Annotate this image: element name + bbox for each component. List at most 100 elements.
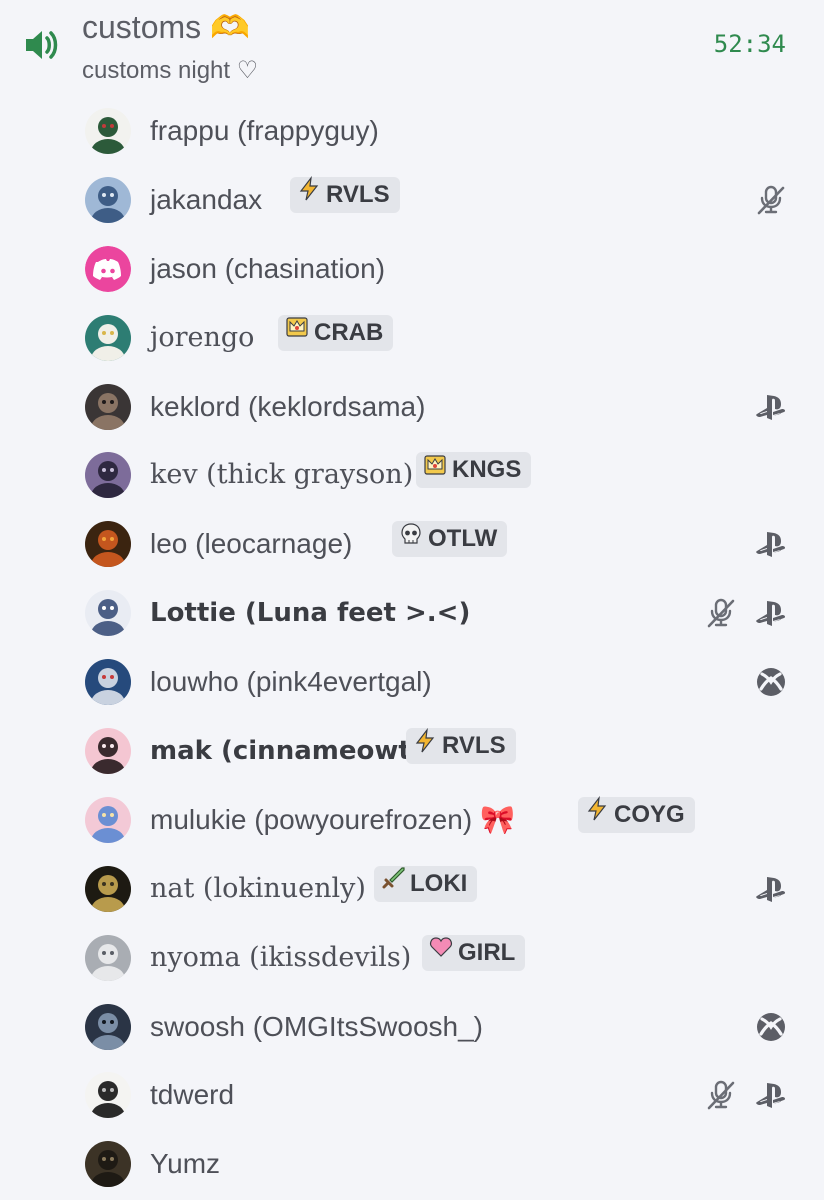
member-name[interactable]: nat (lokinuenly) [150,872,366,906]
playstation-icon [754,1078,788,1112]
avatar-discord-default-image [85,245,131,292]
member-avatar[interactable] [85,1072,131,1119]
member-avatar[interactable] [85,452,131,499]
sword-icon [380,865,406,902]
member-name[interactable]: jorengo [150,321,254,355]
member-avatar[interactable] [85,383,131,430]
member-name[interactable]: frappu (frappyguy) [150,114,379,148]
member-status-icons [754,527,788,561]
avatar-photo-image [85,383,131,430]
member-name-text: jason (chasination) [150,252,386,284]
member-name[interactable]: keklord (keklordsama) [150,390,425,424]
voice-channel-header[interactable]: customs 🫶 customs night ♡ 52:34 [0,0,824,96]
channel-name: customs 🫶 [82,9,250,45]
member-name[interactable]: Yumz [150,1147,220,1181]
server-tag-badge[interactable]: RVLS [290,176,400,213]
muted-mic-icon [704,596,738,630]
member-name-text: mulukie (powyourefrozen) [150,803,473,835]
member-name[interactable]: jakandax [150,183,262,217]
avatar-cartoon-image [85,108,131,154]
playstation-icon [754,596,788,630]
playstation-icon [754,527,788,561]
server-tag-badge[interactable]: LOKI [374,865,478,902]
member-name-text: Lottie (Luna feet >.<) [150,598,471,629]
member-avatar[interactable] [85,796,131,843]
voice-member-row[interactable]: mak (cinnameowth) RVLS [0,716,824,785]
member-name-text: Yumz [150,1148,221,1180]
voice-member-row[interactable]: louwho (pink4evertgal) [0,647,824,716]
member-name[interactable]: Lottie (Luna feet >.<) [150,596,470,630]
member-avatar[interactable] [85,659,131,706]
member-name-text: mak (cinnameowth) [150,736,442,767]
server-tag-badge[interactable]: COYG [578,796,695,833]
member-avatar[interactable] [85,1003,131,1050]
member-name[interactable]: nyoma (ikissdevils) [150,941,411,975]
member-name[interactable]: tdwerd [150,1078,234,1112]
member-avatar[interactable] [85,314,131,361]
member-name-text: frappu (frappyguy) [150,115,379,146]
member-name[interactable]: mulukie (powyourefrozen) 🎀 [150,803,515,837]
member-avatar[interactable] [85,176,131,223]
member-name[interactable]: louwho (pink4evertgal) [150,665,432,699]
member-name-text: keklord (keklordsama) [150,390,426,422]
server-tag-badge[interactable]: GIRL [422,934,526,971]
voice-member-row[interactable]: Lottie (Luna feet >.<) [0,578,824,647]
member-avatar[interactable] [85,108,131,154]
voice-member-row[interactable]: nat (lokinuenly) LOKI [0,854,824,923]
voice-member-row[interactable]: tdwerd [0,1060,824,1129]
member-avatar[interactable] [85,865,131,912]
member-name-text: swoosh (OMGItsSwoosh_) [150,1010,483,1042]
member-name-text: jakandax [150,183,263,215]
voice-member-row[interactable]: frappu (frappyguy) [0,96,824,165]
member-name[interactable]: leo (leocarnage) [150,527,352,561]
speaker-icon [26,31,58,59]
voice-member-row[interactable]: Yumz [0,1129,824,1198]
voice-member-row[interactable]: leo (leocarnage) OTLW [0,509,824,578]
voice-member-row[interactable]: keklord (keklordsama) [0,372,824,441]
muted-mic-icon [704,1078,738,1112]
member-avatar[interactable] [85,245,131,292]
voice-member-row[interactable]: kev (thick grayson) KNGS [0,440,824,509]
member-status-icons [704,1078,788,1112]
server-tag-label: OTLW [428,525,498,553]
voice-member-row[interactable]: jason (chasination) [0,234,824,303]
avatar-fire-image [85,521,131,568]
member-name[interactable]: kev (thick grayson) [150,458,413,492]
voice-member-row[interactable]: jakandax RVLS [0,165,824,234]
server-tag-label: GIRL [458,938,516,966]
lightning-icon [412,727,438,765]
member-status-icons [754,665,788,699]
voice-member-row[interactable]: swoosh (OMGItsSwoosh_) [0,992,824,1061]
server-tag-badge[interactable]: OTLW [392,521,508,558]
avatar-dark-art-image [85,1003,131,1050]
server-tag-badge[interactable]: RVLS [406,727,516,765]
xbox-icon [754,1010,788,1044]
avatar-dark-photo-image [85,1141,131,1188]
xbox-icon [754,665,788,699]
avatar-purple-art-image [85,452,131,499]
server-tag-badge[interactable]: CRAB [278,314,394,351]
server-tag-label: RVLS [326,180,390,208]
member-status-icons [754,390,788,424]
server-tag-label: COYG [614,800,685,828]
member-status-icons [754,872,788,906]
voice-member-row[interactable]: nyoma (ikissdevils) GIRL [0,923,824,992]
member-name-text: nat (lokinuenly) [150,872,366,904]
member-avatar[interactable] [85,521,131,568]
member-avatar[interactable] [85,728,131,775]
lightning-icon [296,176,322,213]
heart-icon [428,934,454,971]
member-avatar[interactable] [85,1141,131,1188]
voice-member-row[interactable]: jorengo CRAB [0,303,824,372]
server-tag-badge[interactable]: KNGS [416,452,532,489]
member-avatar[interactable] [85,934,131,981]
member-avatar[interactable] [85,590,131,637]
avatar-shark-image [85,590,131,637]
avatar-blue-art-image [85,176,131,223]
member-name[interactable]: swoosh (OMGItsSwoosh_) [150,1010,483,1044]
member-status-icons [704,596,788,630]
voice-member-row[interactable]: mulukie (powyourefrozen) 🎀 COYG [0,785,824,854]
member-name[interactable]: mak (cinnameowth) [150,734,441,768]
avatar-pink-anime-image [85,728,131,775]
member-name[interactable]: jason (chasination) [150,252,385,286]
